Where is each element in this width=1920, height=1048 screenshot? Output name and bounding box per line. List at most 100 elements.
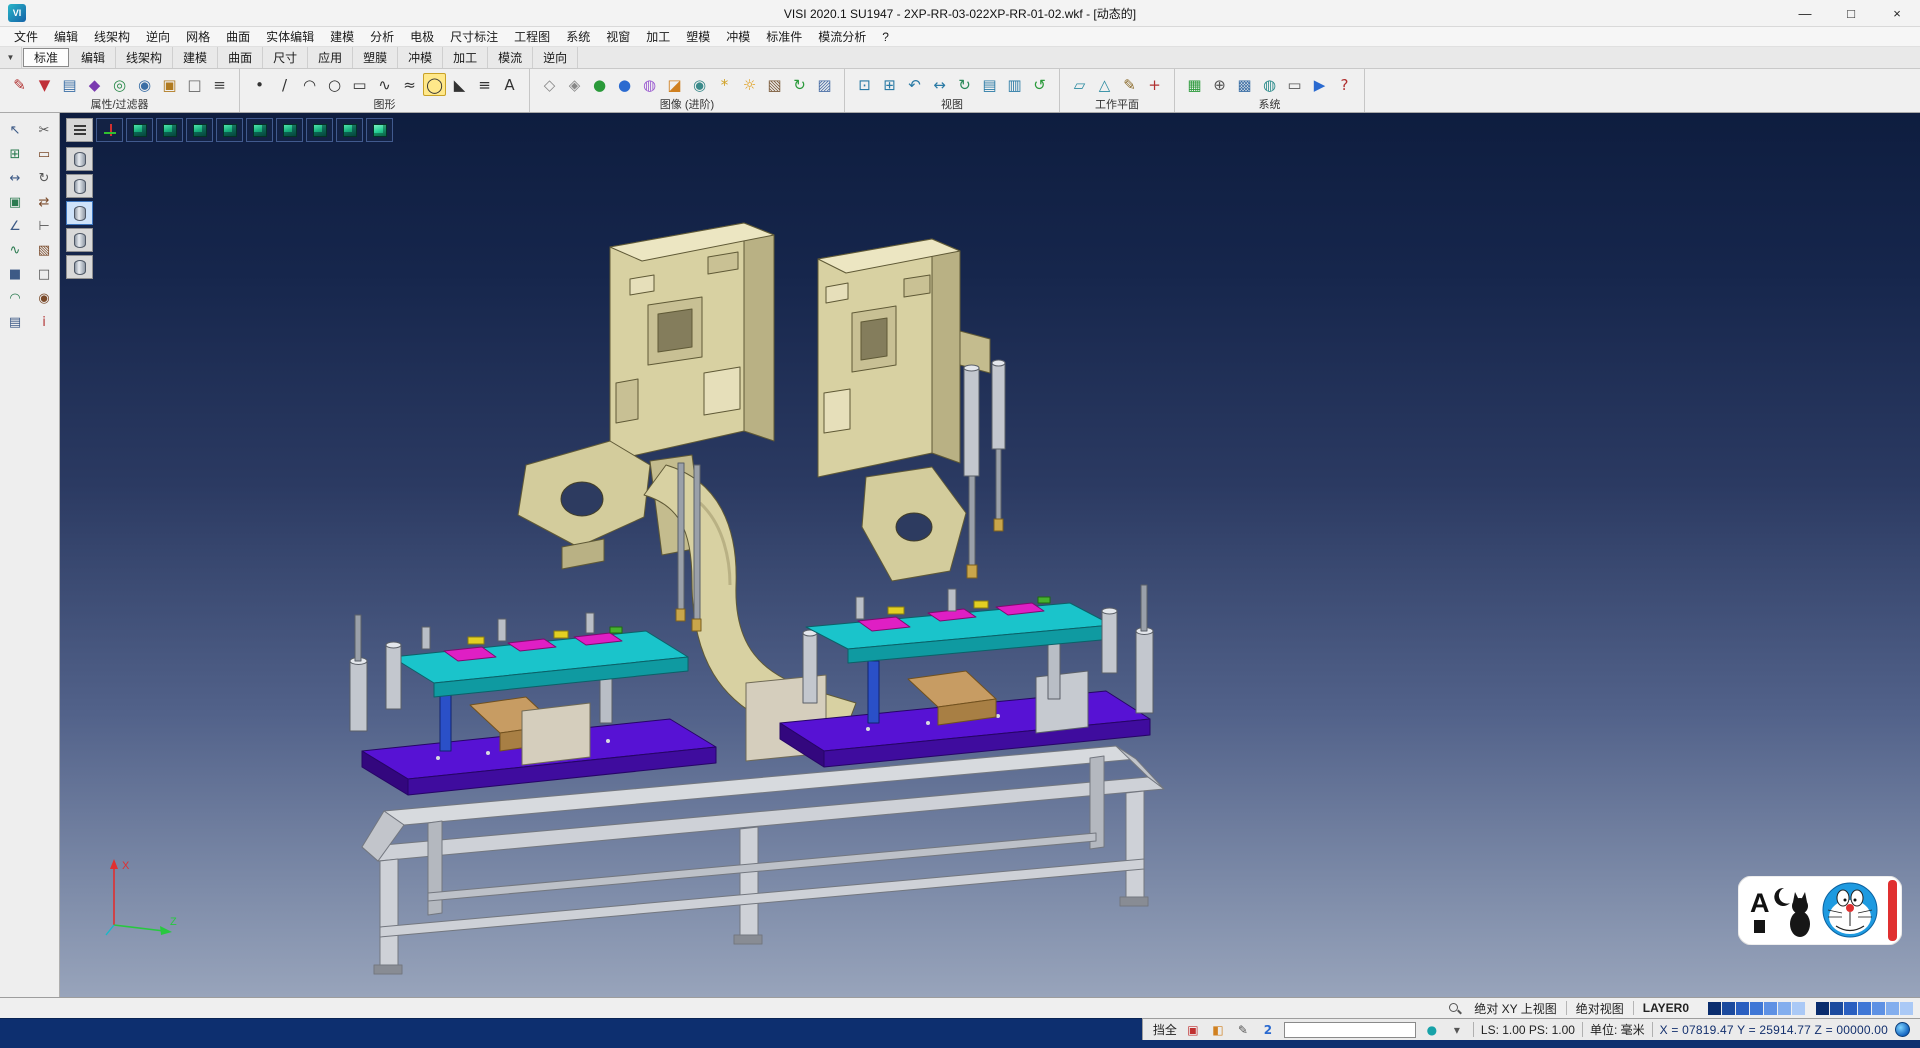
view-preset-2-button[interactable] [66,174,93,198]
materials-icon[interactable]: ▧ [763,73,786,96]
background-icon[interactable]: ▨ [813,73,836,96]
transparency-icon[interactable]: ◍ [638,73,661,96]
menu-drafting[interactable]: 工程图 [506,27,558,47]
shaded-cube-view-button[interactable] [366,118,393,142]
dynamic-section-icon[interactable]: ◪ [663,73,686,96]
tab-standard[interactable]: 标准 [23,48,69,67]
minimize-button[interactable]: — [1782,0,1828,26]
search-icon[interactable] [1448,1002,1461,1015]
tab-machining[interactable]: 加工 [443,47,488,68]
settings-icon[interactable]: ⊕ [1208,73,1231,96]
zoom-all-icon[interactable]: ⊡ [853,73,876,96]
view-preset-1-button[interactable] [66,147,93,171]
color-filter-icon[interactable]: ▼ [33,73,56,96]
menu-surface[interactable]: 曲面 [218,27,258,47]
tab-moldflow[interactable]: 模流 [488,47,533,68]
pen-color-bar[interactable] [1816,1002,1914,1015]
tab-dimension[interactable]: 尺寸 [263,47,308,68]
named-views-icon[interactable]: ▤ [978,73,1001,96]
menu-standard-parts[interactable]: 标准件 [758,27,810,47]
right-view-button[interactable] [216,118,243,142]
solid-icon[interactable]: ■ [3,264,27,285]
view-mode-label[interactable]: 绝对视图 [1567,1000,1633,1017]
menu-reverse[interactable]: 逆向 [138,27,178,47]
bottom-view-button[interactable] [306,118,333,142]
isolate-elements-icon[interactable]: □ [183,73,206,96]
verify-icon[interactable]: ▣ [1184,1022,1202,1038]
hole-icon[interactable]: ◉ [32,288,56,309]
menu-edit[interactable]: 编辑 [46,27,86,47]
dynamic-rotate-icon[interactable]: ↻ [953,73,976,96]
select-icon[interactable]: ↖ [3,120,27,141]
tab-stamping[interactable]: 冲模 [398,47,443,68]
left-view-button[interactable] [246,118,273,142]
command-input[interactable] [1284,1022,1416,1038]
menu-moldflow[interactable]: 模流分析 [810,27,874,47]
workplane-3points-icon[interactable]: △ [1093,73,1116,96]
rendered-view-icon[interactable]: ● [613,73,636,96]
spline-icon[interactable]: ≈ [398,73,421,96]
macros-icon[interactable]: ▶ [1308,73,1331,96]
move-icon[interactable]: ↔ [3,168,27,189]
axonometric-view-button[interactable] [336,118,363,142]
filter-options-icon[interactable]: ≡ [208,73,231,96]
visibility-toggle-icon[interactable]: ◉ [133,73,156,96]
workplane-standard-icon[interactable]: ▱ [1068,73,1091,96]
menu-system[interactable]: 系统 [558,27,598,47]
chevron-down-icon[interactable]: ▾ [1448,1022,1466,1038]
workplane-indicator-icon[interactable]: ◧ [1209,1022,1227,1038]
line-icon[interactable]: / [273,73,296,96]
menu-electrode[interactable]: 电极 [402,27,442,47]
view-preset-5-button[interactable] [66,255,93,279]
annotation-2d-icon[interactable]: 2 [1259,1022,1277,1038]
lights-icon[interactable]: ☼ [738,73,761,96]
refresh-image-icon[interactable]: ↻ [788,73,811,96]
front-view-button[interactable] [186,118,213,142]
tab-reverse[interactable]: 逆向 [533,47,578,68]
erase-icon[interactable]: ▭ [32,144,56,165]
menu-machining[interactable]: 加工 [638,27,678,47]
system-info-icon[interactable]: ? [1333,73,1356,96]
printer-icon[interactable]: ▭ [1283,73,1306,96]
attribute-editor-icon[interactable]: ✎ [8,73,31,96]
ellipse-icon[interactable]: ◯ [423,73,446,96]
view-menu-button[interactable] [66,118,93,142]
dimension-icon[interactable]: ⊢ [32,216,56,237]
grid-icon[interactable]: ▦ [1183,73,1206,96]
globe-icon[interactable] [1895,1022,1910,1037]
zoom-previous-icon[interactable]: ↶ [903,73,926,96]
maximize-button[interactable]: □ [1828,0,1874,26]
curve-icon[interactable]: ∿ [3,240,27,261]
menu-analysis[interactable]: 分析 [362,27,402,47]
menu-help[interactable]: ? [874,27,897,47]
menu-file[interactable]: 文件 [6,27,46,47]
tab-modeling[interactable]: 建模 [173,47,218,68]
menu-stamping[interactable]: 冲模 [718,27,758,47]
arc-icon[interactable]: ◠ [298,73,321,96]
hidden-line-view-icon[interactable]: ◈ [563,73,586,96]
view-orientation-label[interactable]: 绝对 XY 上视图 [1465,1000,1565,1017]
circle-icon[interactable]: ○ [323,73,346,96]
layer-filter-icon[interactable]: ▤ [58,73,81,96]
layer-manager-icon[interactable]: ▤ [3,312,27,333]
viewports-icon[interactable]: ▥ [1003,73,1026,96]
selection-mask-icon[interactable]: ◎ [108,73,131,96]
surface-icon[interactable]: ▧ [32,240,56,261]
shell-icon[interactable]: □ [32,264,56,285]
close-button[interactable]: × [1874,0,1920,26]
text-icon[interactable]: A [498,73,521,96]
group-elements-icon[interactable]: ▣ [158,73,181,96]
top-view-button[interactable] [156,118,183,142]
iso-view-button[interactable] [126,118,153,142]
chamfer-icon[interactable]: ◣ [448,73,471,96]
viewport-3d[interactable]: X Z A [60,113,1920,997]
wireframe-view-icon[interactable]: ◇ [538,73,561,96]
menu-solid-edit[interactable]: 实体编辑 [258,27,322,47]
trim-icon[interactable]: ✂ [32,120,56,141]
rotate-icon[interactable]: ↻ [32,168,56,189]
offset-curve-icon[interactable]: ≡ [473,73,496,96]
tab-application[interactable]: 应用 [308,47,353,68]
layer-color-bar[interactable] [1708,1002,1806,1015]
confirm-icon[interactable]: ● [1423,1022,1441,1038]
menu-window[interactable]: 视窗 [598,27,638,47]
